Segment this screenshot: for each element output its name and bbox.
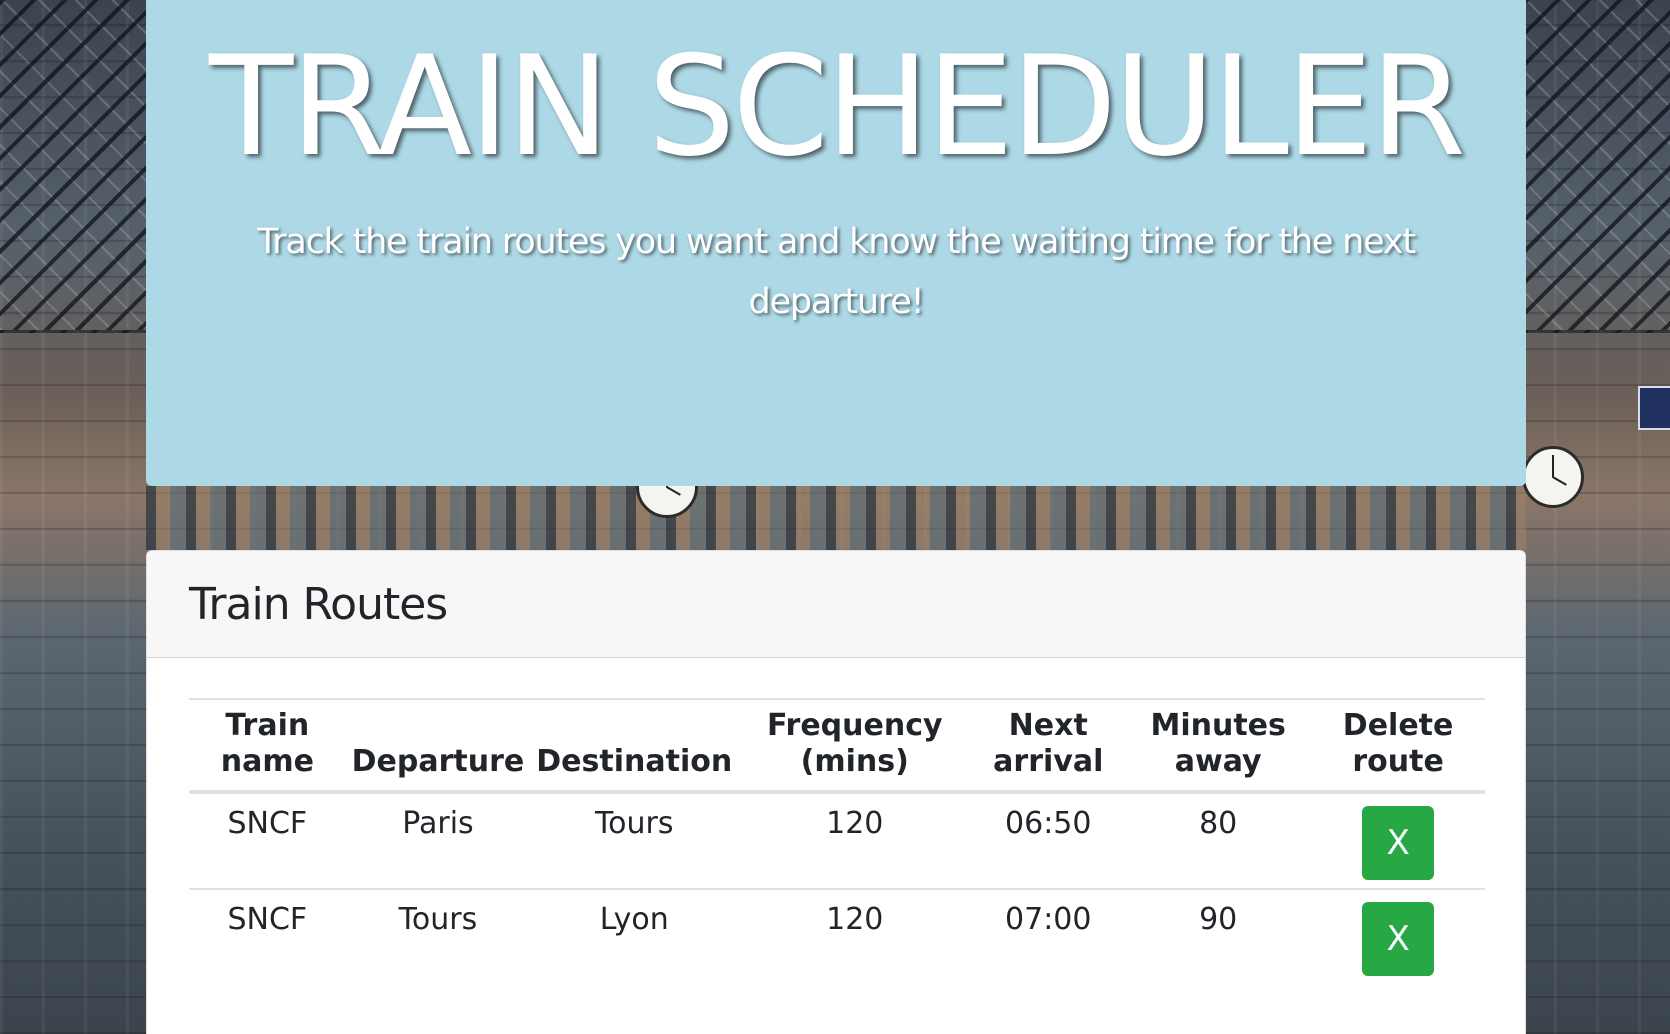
table-row: SNCF Tours Lyon 120 07:00 90 X — [189, 889, 1485, 984]
cell-minutes-away: 90 — [1199, 902, 1238, 937]
card-body: Train name Departure Destination Frequen… — [147, 658, 1525, 984]
background-station-arch-left — [0, 0, 146, 333]
background-station-arch-right — [1524, 0, 1670, 333]
hero-banner: TRAIN SCHEDULER Track the train routes y… — [146, 0, 1526, 486]
header-next-arrival: Next arrival — [971, 698, 1126, 794]
cell-destination: Lyon — [599, 902, 669, 937]
cell-next-arrival: 07:00 — [1005, 902, 1092, 937]
header-delete-route: Delete route — [1311, 698, 1485, 794]
page-subtitle: Track the train routes you want and know… — [257, 222, 1416, 322]
station-clock-icon — [1522, 446, 1584, 508]
cell-delete: X — [1311, 792, 1485, 890]
cell-minutes-away: 80 — [1125, 792, 1312, 890]
table-header-row: Train name Departure Destination Frequen… — [189, 698, 1485, 794]
cell-train-name: SNCF — [189, 792, 346, 890]
card-title: Train Routes — [189, 579, 448, 630]
cell-frequency: 120 — [826, 902, 884, 937]
platform-sign-icon — [1638, 386, 1670, 430]
cell-departure: Paris — [345, 792, 531, 890]
cell-destination: Tours — [530, 792, 739, 890]
header-frequency: Frequency (mins) — [738, 698, 972, 794]
cell-train-name: SNCF — [227, 902, 308, 937]
cell-departure: Tours — [398, 902, 478, 937]
header-destination: Destination — [530, 698, 739, 794]
delete-route-button[interactable]: X — [1362, 806, 1435, 880]
routes-table: Train name Departure Destination Frequen… — [189, 698, 1485, 984]
train-routes-card: Train Routes Train name Departure Destin… — [146, 550, 1526, 1034]
cell-frequency: 120 — [738, 792, 972, 890]
page-title: TRAIN SCHEDULER — [209, 26, 1466, 187]
header-train-name: Train name — [189, 698, 346, 794]
card-header: Train Routes — [147, 551, 1525, 658]
background-station-strip — [146, 486, 1526, 550]
header-minutes-away: Minutes away — [1125, 698, 1312, 794]
cell-next-arrival: 06:50 — [971, 792, 1126, 890]
cell-delete: X — [1311, 889, 1485, 984]
delete-route-button[interactable]: X — [1362, 902, 1435, 976]
header-departure: Departure — [345, 698, 531, 794]
table-row: SNCF Paris Tours 120 06:50 80 X — [189, 792, 1485, 890]
